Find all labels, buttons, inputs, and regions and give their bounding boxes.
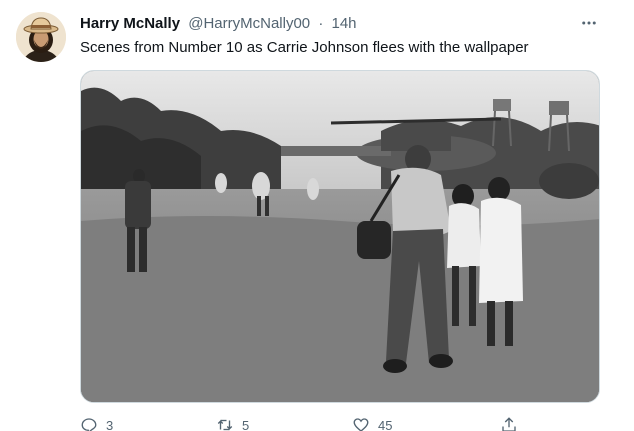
retweet-icon <box>216 416 234 431</box>
retweet-count: 5 <box>242 417 250 431</box>
reply-button[interactable]: 3 <box>80 416 113 431</box>
tweet-actions: 3 5 45 <box>72 416 532 431</box>
reply-count: 3 <box>106 417 114 431</box>
user-handle[interactable]: @HarryMcNally00 <box>188 15 310 32</box>
retweet-button[interactable]: 5 <box>216 416 249 431</box>
tweet-card[interactable]: Harry McNally @HarryMcNally00 · 14h Scen… <box>0 0 634 431</box>
avatar[interactable] <box>16 12 66 62</box>
share-icon <box>500 416 518 431</box>
more-options-icon[interactable] <box>578 12 600 34</box>
tweet-text: Scenes from Number 10 as Carrie Johnson … <box>80 39 529 56</box>
like-count: 45 <box>378 417 393 431</box>
tweet-header: Harry McNally @HarryMcNally00 · 14h <box>80 14 357 34</box>
heart-icon <box>352 416 370 431</box>
separator-dot: · <box>318 15 324 32</box>
share-button[interactable] <box>500 416 518 431</box>
display-name[interactable]: Harry McNally <box>80 15 180 32</box>
reply-icon <box>80 416 98 431</box>
like-button[interactable]: 45 <box>352 416 392 431</box>
timestamp[interactable]: 14h <box>332 15 357 32</box>
photo-image <box>81 71 599 402</box>
tweet-photo[interactable] <box>80 70 600 403</box>
